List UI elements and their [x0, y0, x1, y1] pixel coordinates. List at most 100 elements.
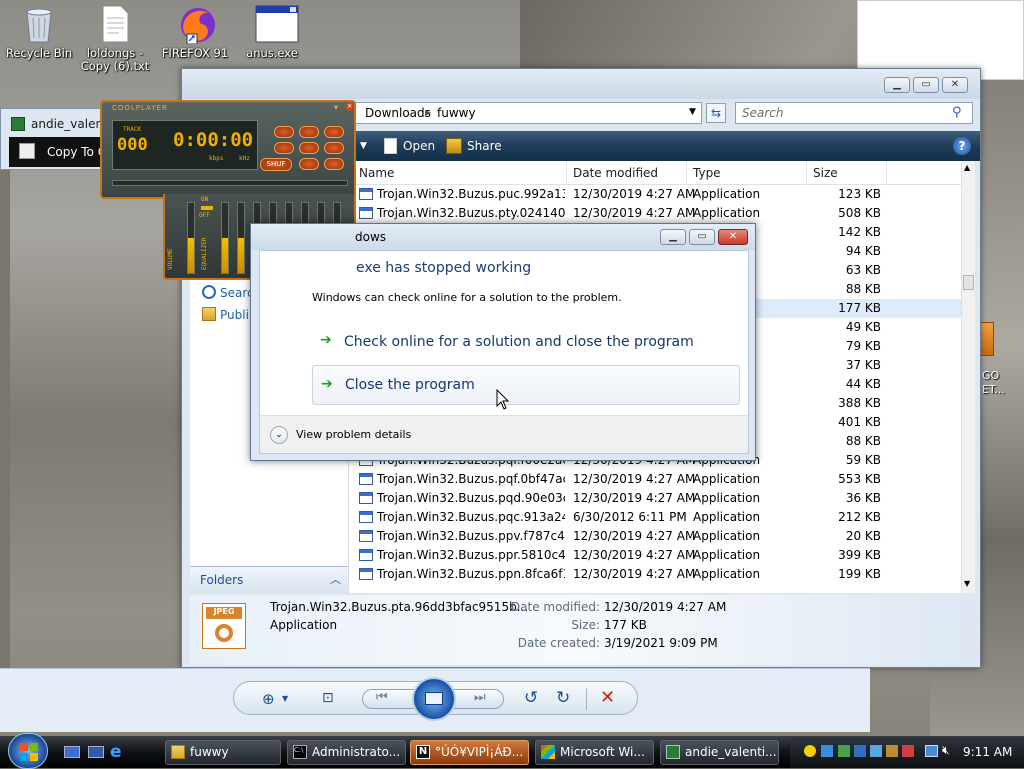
- chevron-down-icon[interactable]: ▼: [689, 107, 696, 117]
- show-desktop-icon[interactable]: [64, 746, 80, 758]
- minimize-button[interactable]: ▁: [884, 77, 910, 93]
- size-cell: 20 KB: [845, 529, 881, 543]
- table-row[interactable]: Trojan.Win32.Buzus.pqf.0bf47ac9... 12/30/…: [349, 470, 961, 489]
- close-button[interactable]: ✕: [718, 229, 748, 245]
- search-input[interactable]: Search: [735, 102, 973, 124]
- previous-icon[interactable]: ⏮: [376, 690, 388, 705]
- check-online-option[interactable]: ➔ Check online for a solution and close …: [312, 327, 740, 355]
- table-row[interactable]: Trojan.Win32.Buzus.puc.992a135c... 12/30/…: [349, 185, 961, 204]
- fit-to-window-icon[interactable]: ⊡: [322, 690, 340, 708]
- search-icon[interactable]: ⚲: [952, 105, 968, 121]
- chevron-down-icon[interactable]: ▼: [360, 141, 367, 151]
- breadcrumb-downloads[interactable]: Downloads: [365, 106, 431, 120]
- internet-explorer-icon[interactable]: e: [110, 742, 122, 762]
- share-button[interactable]: Share: [467, 139, 502, 153]
- scroll-down-icon[interactable]: ▼: [964, 579, 970, 588]
- taskbar-item-administrator[interactable]: C:\ Administrato...: [287, 740, 406, 765]
- address-bar[interactable]: Downloads ▸ fuwwy ▼: [354, 102, 702, 124]
- column-header-size[interactable]: Size: [813, 166, 838, 180]
- scrollbar-thumb[interactable]: [963, 275, 974, 290]
- table-row[interactable]: Trojan.Win32.Buzus.pqc.913a244f... 6/30/2…: [349, 508, 961, 527]
- nav-item-public[interactable]: Publi: [220, 308, 249, 322]
- rotate-left-icon[interactable]: ↺: [524, 688, 538, 708]
- chevron-up-icon[interactable]: ︿: [330, 571, 341, 587]
- column-header-date[interactable]: Date modified: [573, 166, 658, 180]
- playlist-button[interactable]: [324, 158, 344, 170]
- refresh-icon[interactable]: ⇆: [706, 103, 726, 123]
- taskbar-item-andie[interactable]: andie_valenti...: [660, 740, 779, 765]
- table-row[interactable]: Trojan.Win32.Buzus.ppr.5810c4e9... 12/30/…: [349, 546, 961, 565]
- view-problem-details[interactable]: View problem details: [296, 428, 411, 441]
- details-pane: JPEG Trojan.Win32.Buzus.pta.96dd3bfac951…: [190, 595, 974, 665]
- desktop-icon-text-file[interactable]: loldongs - Copy (6).txt: [80, 4, 150, 73]
- chevron-down-icon[interactable]: ▼: [282, 694, 288, 703]
- column-divider[interactable]: [806, 161, 807, 185]
- table-row[interactable]: Trojan.Win32.Buzus.pty.02414065... 12/30/…: [349, 204, 961, 223]
- column-header-name[interactable]: Name: [359, 166, 394, 180]
- network-icon[interactable]: [925, 745, 938, 757]
- column-divider[interactable]: [566, 161, 567, 185]
- column-header-type[interactable]: Type: [693, 166, 721, 180]
- previous-button[interactable]: [274, 142, 294, 154]
- tray-icon[interactable]: [870, 745, 882, 757]
- tray-icon[interactable]: [854, 745, 866, 757]
- close-button[interactable]: ✕: [942, 77, 968, 93]
- column-divider[interactable]: [886, 161, 887, 185]
- pause-button[interactable]: [299, 126, 319, 138]
- taskbar-item-fuwwy[interactable]: fuwwy: [165, 740, 281, 765]
- network-tray-icon[interactable]: [821, 745, 833, 757]
- smiley-tray-icon[interactable]: [804, 745, 816, 757]
- tray-icon[interactable]: [886, 745, 898, 757]
- taskbar-item-microsoft[interactable]: Microsoft Wi...: [535, 740, 654, 765]
- seek-bar[interactable]: [112, 180, 348, 186]
- player-close-icon[interactable]: ×: [345, 102, 354, 111]
- volume-slider[interactable]: [187, 202, 195, 274]
- scroll-up-icon[interactable]: ▲: [964, 163, 970, 172]
- stop-button[interactable]: [324, 126, 344, 138]
- desktop-icon-label: GO: [982, 369, 1000, 382]
- error-dialog[interactable]: dows ▁ ▭ ✕ exe has stopped working Windo…: [250, 223, 756, 461]
- help-icon[interactable]: ?: [953, 137, 971, 155]
- start-button[interactable]: [8, 733, 48, 769]
- open-button[interactable]: Open: [403, 139, 435, 153]
- shuffle-button[interactable]: SHUF: [260, 158, 292, 171]
- eject-button[interactable]: [324, 142, 344, 154]
- close-program-option[interactable]: ➔ Close the program: [312, 365, 740, 405]
- taskbar-item-app[interactable]: N °ÚÓ¥VIPÌ¡ÁÐ...: [410, 740, 529, 765]
- table-row[interactable]: Trojan.Win32.Buzus.ppv.f787c480... 12/30/…: [349, 527, 961, 546]
- speaker-muted-icon[interactable]: 🔇︎: [942, 743, 950, 758]
- next-button[interactable]: [299, 142, 319, 154]
- minimize-button[interactable]: ▁: [660, 229, 686, 245]
- breadcrumb-fuwwy[interactable]: fuwwy: [437, 106, 476, 120]
- background-window[interactable]: andie_valenti Copy To G: [0, 108, 111, 170]
- switch-windows-icon[interactable]: [88, 746, 104, 758]
- tray-icon[interactable]: [838, 745, 850, 757]
- slideshow-button[interactable]: [412, 677, 456, 721]
- expand-chevron-icon[interactable]: ⌄: [270, 426, 288, 444]
- table-row[interactable]: Trojan.Win32.Buzus.pqd.90e03cb... 12/30/2…: [349, 489, 961, 508]
- clock[interactable]: 9:11 AM: [963, 745, 1012, 759]
- zoom-icon[interactable]: ⊕: [262, 690, 280, 708]
- desktop-icon-recycle-bin[interactable]: Recycle Bin: [4, 4, 74, 60]
- table-row[interactable]: Trojan.Win32.Buzus.ppn.8fca6f1c... 12/30/…: [349, 565, 961, 584]
- next-icon[interactable]: ⏭: [474, 690, 486, 705]
- play-button[interactable]: [274, 126, 294, 138]
- desktop-icon-exe[interactable]: anus.exe: [237, 4, 307, 60]
- vertical-scrollbar[interactable]: ▲ ▼: [961, 161, 975, 593]
- maximize-button[interactable]: ▭: [913, 77, 939, 93]
- tray-icon[interactable]: [902, 745, 914, 757]
- equalizer-slider[interactable]: [237, 202, 245, 274]
- copy-to-button[interactable]: Copy To G: [47, 145, 107, 159]
- player-menu-icon[interactable]: ▾: [334, 103, 338, 112]
- title-bar[interactable]: ▁ ▭ ✕: [182, 69, 980, 99]
- repeat-button[interactable]: [299, 158, 319, 170]
- column-divider[interactable]: [686, 161, 687, 185]
- equalizer-slider[interactable]: [221, 202, 229, 274]
- desktop-icon-firefox[interactable]: FIREFOX 91: [160, 4, 230, 60]
- folders-toggle[interactable]: Folders ︿: [190, 566, 348, 593]
- rotate-right-icon[interactable]: ↻: [556, 688, 570, 708]
- dialog-title-bar[interactable]: dows ▁ ▭ ✕: [251, 224, 755, 250]
- delete-icon[interactable]: ✕: [600, 687, 615, 708]
- maximize-button[interactable]: ▭: [689, 229, 715, 245]
- exe-window-icon: [254, 4, 299, 44]
